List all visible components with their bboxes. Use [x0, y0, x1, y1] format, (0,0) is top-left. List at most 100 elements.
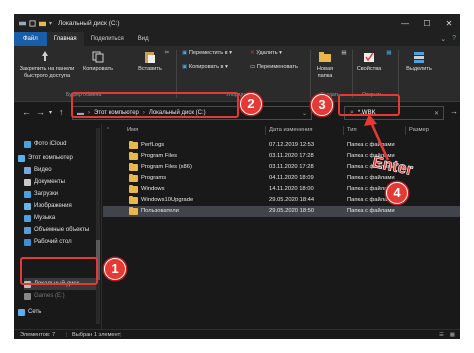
properties-check-icon: [364, 52, 374, 62]
column-header-name[interactable]: Имя: [127, 124, 138, 137]
music-icon: [24, 214, 31, 222]
address-dropdown-icon[interactable]: ⌄: [302, 110, 307, 117]
move-to-button[interactable]: ▣ Переместить в ▾: [182, 50, 232, 57]
file-name: Пользователи: [141, 208, 179, 214]
tiles-view-icon[interactable]: ▦: [450, 330, 455, 339]
computer-icon: [18, 154, 25, 162]
sidebar-item-documents[interactable]: Документы: [24, 176, 65, 188]
quick-access-toolbar: ▾: [14, 19, 52, 27]
sidebar-item-pictures[interactable]: Изображения: [24, 200, 72, 212]
sidebar-item-label: Сеть: [28, 309, 42, 315]
file-row[interactable]: Пользователи 29.05.2020 18:50 Папка с фа…: [103, 206, 460, 217]
sidebar-item-video[interactable]: Видео: [24, 164, 52, 176]
pictures-icon: [24, 202, 31, 210]
folder-icon: [129, 173, 138, 182]
sidebar-item-label: Музыка: [34, 215, 56, 221]
sidebar-item-desktop[interactable]: Рабочий стол: [24, 236, 72, 248]
move-to-label: Переместить в: [188, 50, 228, 56]
copy-icon: [92, 51, 104, 63]
rename-button[interactable]: ▭ Переименовать: [250, 64, 298, 71]
back-button[interactable]: ←: [22, 107, 31, 117]
tab-share[interactable]: Поделиться: [84, 32, 131, 46]
file-name: Program Files: [141, 153, 178, 159]
rename-label: Переименовать: [256, 64, 298, 70]
icloud-photos-icon: [24, 140, 31, 148]
tab-view[interactable]: Вид: [131, 32, 156, 46]
ribbon-expand-icon[interactable]: ⌄: [440, 35, 446, 43]
sidebar-item-music[interactable]: Музыка: [24, 212, 55, 224]
file-date: 14.11.2020 18:00: [269, 186, 314, 192]
file-type: Папка с файлами: [347, 208, 395, 214]
column-separator[interactable]: [405, 126, 406, 135]
selected-count: Выбран 1 элемент: [72, 332, 121, 338]
sidebar-item-label: Рабочий стол: [34, 239, 72, 245]
qat-dropdown-icon[interactable]: ▾: [49, 20, 52, 27]
folder-icon: [129, 184, 138, 193]
sidebar-item-label: Этот компьютер: [28, 155, 73, 161]
tab-home[interactable]: Главная: [46, 32, 84, 46]
search-go-button[interactable]: →: [450, 107, 458, 116]
column-header-date[interactable]: Дата изменения: [269, 124, 313, 137]
sidebar-scrollbar[interactable]: [96, 128, 100, 324]
step-2-badge: 2: [240, 93, 262, 115]
open-icon[interactable]: ▦: [384, 50, 394, 57]
network-icon: [18, 308, 25, 316]
properties-icon[interactable]: [29, 19, 36, 27]
ribbon-separator: [352, 50, 353, 98]
new-folder-button[interactable]: Новая папка: [310, 66, 340, 79]
clear-search-icon[interactable]: ✕: [434, 110, 439, 117]
downloads-icon: [24, 190, 31, 198]
copy-to-label: Копировать в: [188, 64, 224, 70]
up-button[interactable]: ↑: [59, 107, 64, 117]
delete-label: Удалить: [256, 50, 278, 56]
copy-button[interactable]: Копировать: [80, 66, 116, 73]
step-3-badge: 3: [311, 94, 333, 116]
file-row[interactable]: PerfLogs 07.12.2019 12:53 Папка с файлам…: [103, 140, 460, 151]
paste-button[interactable]: Вставить: [133, 66, 167, 73]
navigation-pane: Фото iCloud Этот компьютер Видео Докумен…: [14, 124, 102, 329]
folder-icon: [129, 162, 138, 171]
sidebar-item-this-pc[interactable]: Этот компьютер: [18, 152, 73, 164]
desktop-icon: [24, 238, 31, 246]
forward-button[interactable]: →: [36, 107, 45, 117]
close-button[interactable]: ✕: [438, 14, 460, 32]
move-to-icon: ▣: [182, 50, 188, 56]
sidebar-item-downloads[interactable]: Загрузки: [24, 188, 58, 200]
recent-dropdown-icon[interactable]: ▾: [49, 109, 52, 116]
column-header-size[interactable]: Размер: [409, 124, 429, 137]
folder-icon: [129, 195, 138, 204]
column-separator[interactable]: [265, 126, 266, 135]
help-icon[interactable]: ?: [452, 35, 456, 43]
step-1-badge: 1: [104, 258, 126, 280]
pin-icon: [42, 51, 48, 61]
details-view-icon[interactable]: ☰: [439, 330, 444, 339]
sidebar-item-network[interactable]: Сеть: [18, 306, 41, 318]
cut-icon[interactable]: ✂: [162, 50, 172, 57]
file-date: 29.05.2020 18:50: [269, 208, 315, 214]
minimize-button[interactable]: —: [394, 14, 416, 32]
pin-quick-access-button[interactable]: Закрепить на панели быстрого доступа: [16, 66, 78, 79]
ribbon-tabs: Файл Главная Поделиться Вид ⌄ ?: [14, 32, 460, 46]
file-name: Windows10Upgrade: [141, 197, 194, 203]
file-date: 03.11.2020 17:28: [269, 153, 314, 159]
tab-file[interactable]: Файл: [14, 32, 47, 46]
sidebar-item-label: Видео: [34, 167, 52, 173]
column-separator[interactable]: [343, 126, 344, 135]
properties-button[interactable]: Свойства: [354, 66, 384, 73]
column-header-type[interactable]: Тип: [347, 124, 357, 137]
status-divider: |: [66, 332, 68, 338]
file-date: 03.11.2020 17:28: [269, 164, 314, 170]
sidebar-item-icloud-photos[interactable]: Фото iCloud: [24, 138, 66, 150]
status-bar: Элементов: 7 | Выбран 1 элемент | ☰ ▦: [14, 329, 460, 339]
sidebar-item-3d-objects[interactable]: Объемные объекты: [24, 224, 89, 236]
delete-button[interactable]: ✕ Удалить ▾: [250, 50, 282, 57]
new-item-icon[interactable]: ▤: [339, 50, 349, 57]
copy-to-button[interactable]: ▣ Копировать в ▾: [182, 64, 228, 71]
maximize-button[interactable]: ☐: [416, 14, 438, 32]
new-folder-icon[interactable]: [39, 20, 46, 27]
window-controls: — ☐ ✕: [394, 14, 460, 32]
select-icon: [414, 52, 424, 63]
3d-objects-icon: [24, 226, 31, 234]
sidebar-item-games-drive[interactable]: Games (E:): [24, 290, 65, 302]
select-button[interactable]: Выделить: [402, 66, 436, 73]
